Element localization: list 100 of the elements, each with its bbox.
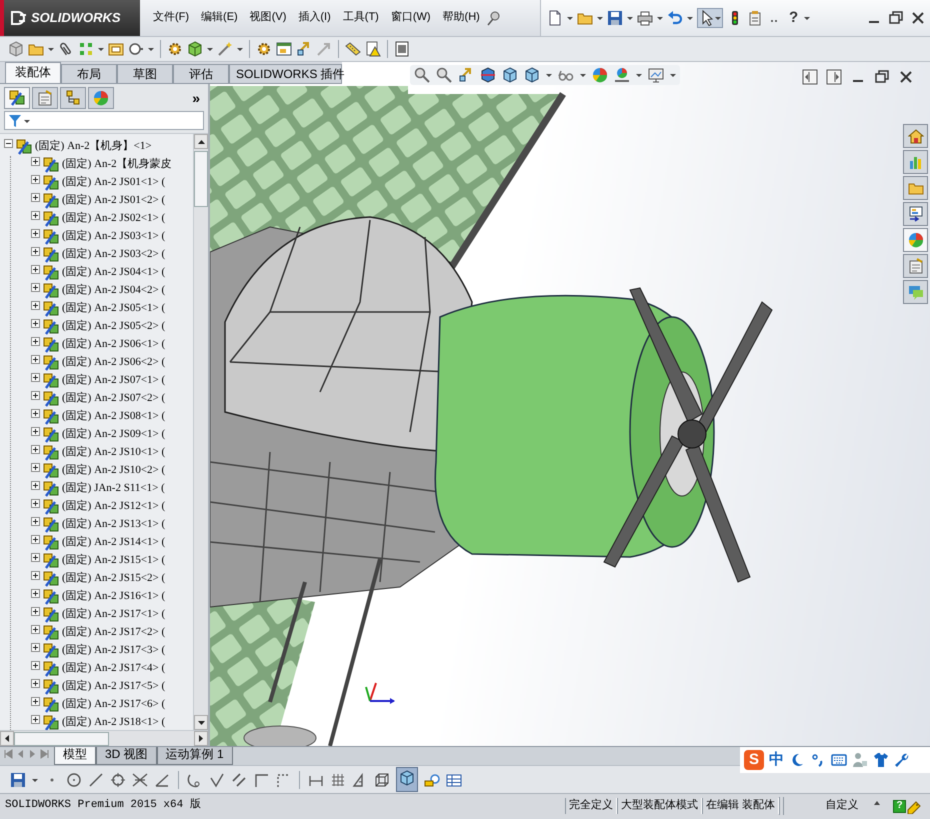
panel-tab[interactable] [4, 87, 30, 109]
filter-icon[interactable] [8, 112, 22, 128]
magnifier-icon[interactable] [436, 67, 452, 83]
circle-icon[interactable] [66, 772, 82, 788]
tree-item[interactable]: (固定) An-2 JS15<2> ( [62, 572, 166, 586]
angle-icon[interactable] [154, 772, 170, 788]
menu-item[interactable]: 插入(I) [292, 9, 337, 27]
tile-right-icon[interactable] [826, 69, 842, 85]
tree-item[interactable]: (固定) An-2 JS07<1> ( [62, 374, 166, 388]
scroll-down-button[interactable] [194, 715, 208, 730]
tree-item[interactable]: (固定) An-2 JS01<1> ( [62, 176, 166, 190]
menu-item[interactable]: 工具(T) [336, 9, 385, 27]
model-tab[interactable]: 3D 视图 [96, 747, 157, 765]
property-sheet-pane-button[interactable] [903, 254, 928, 278]
vertical-scrollbar[interactable] [193, 134, 208, 730]
undo-icon[interactable] [667, 10, 683, 26]
help-button[interactable]: ? [787, 9, 800, 27]
cube-icon[interactable] [502, 67, 518, 83]
units-selector[interactable]: 自定义 [811, 799, 873, 813]
list-arrow-pane-button[interactable] [903, 202, 928, 226]
window-icon[interactable] [276, 41, 292, 57]
gear-icon[interactable] [256, 41, 272, 57]
scene-sphere-icon[interactable] [614, 67, 630, 83]
tree-item[interactable]: (固定) JAn-2 S11<1> ( [62, 482, 165, 496]
tree-item[interactable]: (固定) An-2 JS17<5> ( [62, 680, 166, 694]
printer-icon[interactable] [637, 10, 653, 26]
tree-item[interactable]: (固定) An-2 JS12<1> ( [62, 500, 166, 514]
scroll-left-button[interactable] [0, 731, 14, 746]
scroll-right-button[interactable] [194, 731, 208, 746]
tree-item[interactable]: (固定) An-2 JS08<1> ( [62, 410, 166, 424]
save-icon[interactable] [607, 10, 623, 26]
tree-item[interactable]: (固定) An-2 JS14<1> ( [62, 536, 166, 550]
tree-item[interactable]: (固定) An-2 JS18<1> ( [62, 716, 166, 730]
picture-frame-icon[interactable] [108, 41, 124, 57]
monitor-icon[interactable] [648, 67, 664, 83]
tree-item[interactable]: (固定) An-2 JS17<4> ( [62, 662, 166, 676]
menu-item[interactable]: 窗口(W) [384, 9, 437, 27]
input-mode-toggle[interactable]: 中 [769, 751, 784, 769]
tree-item[interactable]: (固定) An-2 JS04<1> ( [62, 266, 166, 280]
tree-item[interactable]: (固定) An-2 JS17<2> ( [62, 626, 166, 640]
tree-item[interactable]: (固定) An-2 JS09<1> ( [62, 428, 166, 442]
tree-item[interactable]: (固定) An-2 JS17<1> ( [62, 608, 166, 622]
panel-tab[interactable] [32, 87, 58, 109]
pushpin-icon[interactable] [486, 10, 502, 26]
target-icon[interactable] [110, 772, 126, 788]
tree-item[interactable]: (固定) An-2 JS15<1> ( [62, 554, 166, 568]
line-icon[interactable] [88, 772, 104, 788]
wand-icon[interactable] [217, 41, 233, 57]
shirt-icon[interactable] [873, 752, 889, 768]
tree-item[interactable]: (固定) An-2 JS16<1> ( [62, 590, 166, 604]
expand-panel-button[interactable]: » [188, 90, 204, 106]
command-tab[interactable]: 布局 [61, 64, 117, 83]
gear-icon[interactable] [167, 41, 183, 57]
tree-item[interactable]: (固定) An-2【机身】<1> [35, 140, 152, 154]
command-tab[interactable]: 草图 [117, 64, 173, 83]
command-tab[interactable]: SOLIDWORKS 插件 [229, 64, 342, 83]
document-icon[interactable] [547, 10, 563, 26]
magnifier-icon[interactable] [414, 67, 430, 83]
corner-icon[interactable] [253, 772, 269, 788]
wireframe-cube-icon[interactable] [374, 772, 390, 788]
horizontal-scrollbar[interactable] [0, 730, 208, 746]
tree-item[interactable]: (固定) An-2 JS13<1> ( [62, 518, 166, 532]
scrollbar-thumb[interactable] [14, 732, 109, 746]
parallel-lines-icon[interactable] [231, 772, 247, 788]
house-pane-button[interactable] [903, 124, 928, 148]
warning-icon[interactable] [365, 41, 381, 57]
dotted-corner-icon[interactable] [275, 772, 291, 788]
filter-field[interactable] [4, 111, 204, 130]
clipboard-icon[interactable] [747, 10, 763, 26]
color-sphere-pane-button[interactable] [903, 228, 928, 252]
tree-item[interactable]: (固定) An-2 JS06<2> ( [62, 356, 166, 370]
close-icon[interactable] [910, 10, 926, 26]
keyboard-icon[interactable] [831, 752, 847, 768]
menu-item[interactable]: 帮助(H) [436, 9, 486, 27]
command-tab[interactable]: 评估 [173, 64, 229, 83]
tree-item[interactable]: (固定) An-2 JS05<2> ( [62, 320, 166, 334]
restore-icon[interactable] [874, 69, 890, 85]
menu-item[interactable]: 编辑(E) [195, 9, 244, 27]
cube-icon[interactable] [187, 41, 203, 57]
ruler-icon[interactable] [345, 41, 361, 57]
shaded-cube-button[interactable] [396, 766, 418, 792]
tree-item[interactable]: (固定) An-2 JS17<3> ( [62, 644, 166, 658]
scrollbar-thumb[interactable] [194, 151, 208, 207]
tree-item[interactable]: (固定) An-2 JS05<1> ( [62, 302, 166, 316]
check-lines-icon[interactable] [209, 772, 225, 788]
tree-item[interactable]: (固定) An-2 JS10<1> ( [62, 446, 166, 460]
tree-item[interactable]: (固定) An-2 JS06<1> ( [62, 338, 166, 352]
tag-magnifier-icon[interactable] [424, 772, 440, 788]
tree-item[interactable]: (固定) An-2 JS03<2> ( [62, 248, 166, 262]
table-icon[interactable] [446, 772, 462, 788]
tree-item[interactable]: (固定) An-2 JS07<2> ( [62, 392, 166, 406]
lens-icon[interactable] [128, 41, 144, 57]
dot-grid-icon[interactable] [78, 41, 94, 57]
save-icon[interactable] [10, 772, 26, 788]
scroll-up-button[interactable] [194, 134, 208, 149]
color-sphere-icon[interactable] [592, 67, 608, 83]
model-tab[interactable]: 模型 [54, 747, 96, 765]
restore-icon[interactable] [888, 10, 904, 26]
close-icon[interactable] [898, 69, 914, 85]
wrench-icon[interactable] [894, 752, 910, 768]
